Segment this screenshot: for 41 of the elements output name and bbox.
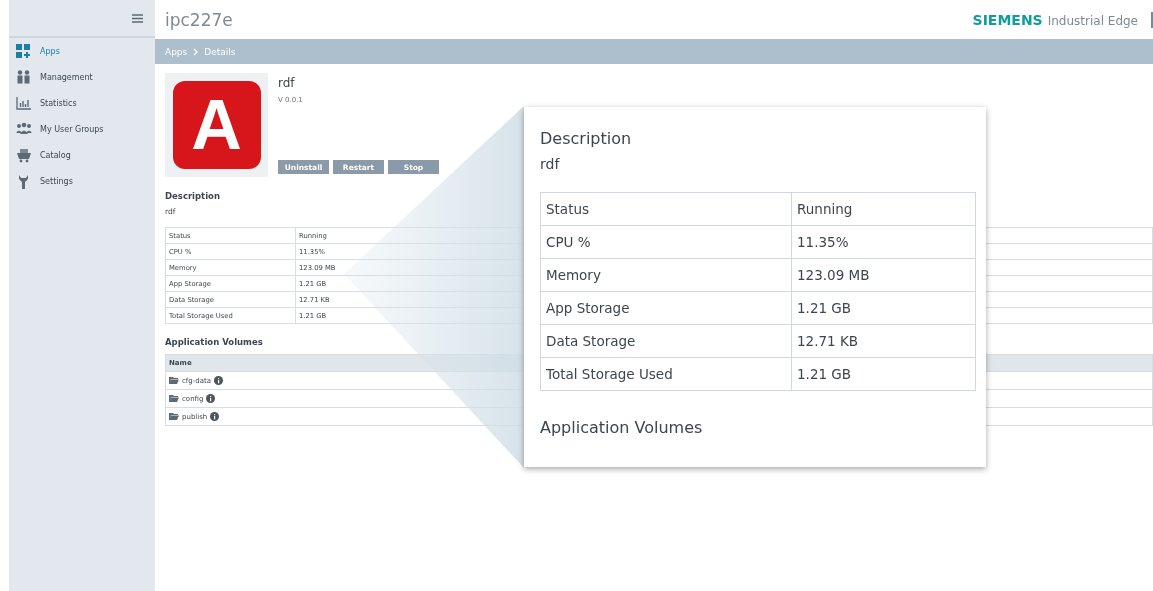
menu-icon [132, 13, 143, 23]
table-cell: CPU % [540, 225, 792, 259]
table-cell: 1.21 GB [791, 291, 976, 325]
table-cell: Memory [540, 258, 792, 292]
brand-logo: SIEMENS [972, 11, 1043, 28]
info-icon [214, 376, 224, 385]
table-cell: Total Storage Used [540, 357, 792, 391]
apps-icon [16, 43, 32, 59]
app-name: rdf [278, 76, 296, 90]
sidebar-item[interactable]: Catalog [9, 142, 155, 168]
section-heading: Description [165, 191, 220, 201]
table-cell: Running [791, 192, 976, 226]
sidebar-item[interactable]: Settings [9, 168, 155, 194]
table-cell: 1.21 GB [791, 357, 976, 391]
table-cell: 123.09 MB [791, 258, 976, 292]
sidebar-item[interactable]: My User Groups [9, 116, 155, 142]
section-heading: Description [540, 129, 632, 148]
table-cell: 11.35% [791, 225, 976, 259]
section-heading: Application Volumes [165, 337, 263, 347]
table-cell: Data Storage [540, 324, 792, 358]
section-heading: Application Volumes [540, 418, 703, 437]
info-icon [206, 394, 216, 403]
table-cell: Status [540, 192, 792, 226]
table-cell: 12.71 KB [791, 324, 976, 358]
product-name: Industrial Edge [1047, 13, 1138, 28]
sidebar-item[interactable]: Management [9, 64, 155, 90]
user-group-icon [16, 121, 32, 137]
folder-icon [169, 377, 179, 384]
description-text: rdf [540, 156, 560, 172]
page-title: ipc227e [165, 9, 233, 30]
people-icon [16, 69, 32, 85]
sidebar-item[interactable]: Apps [9, 38, 155, 64]
app-logo-icon: A [172, 81, 261, 169]
folder-icon [169, 395, 179, 402]
table-cell: App Storage [540, 291, 792, 325]
chevron-right-icon [193, 47, 199, 56]
shopping-cart-icon [16, 147, 32, 163]
sidebar-item[interactable]: Statistics [9, 90, 155, 116]
folder-icon [169, 413, 179, 420]
info-icon [210, 412, 220, 421]
bar-chart-icon [16, 95, 32, 111]
